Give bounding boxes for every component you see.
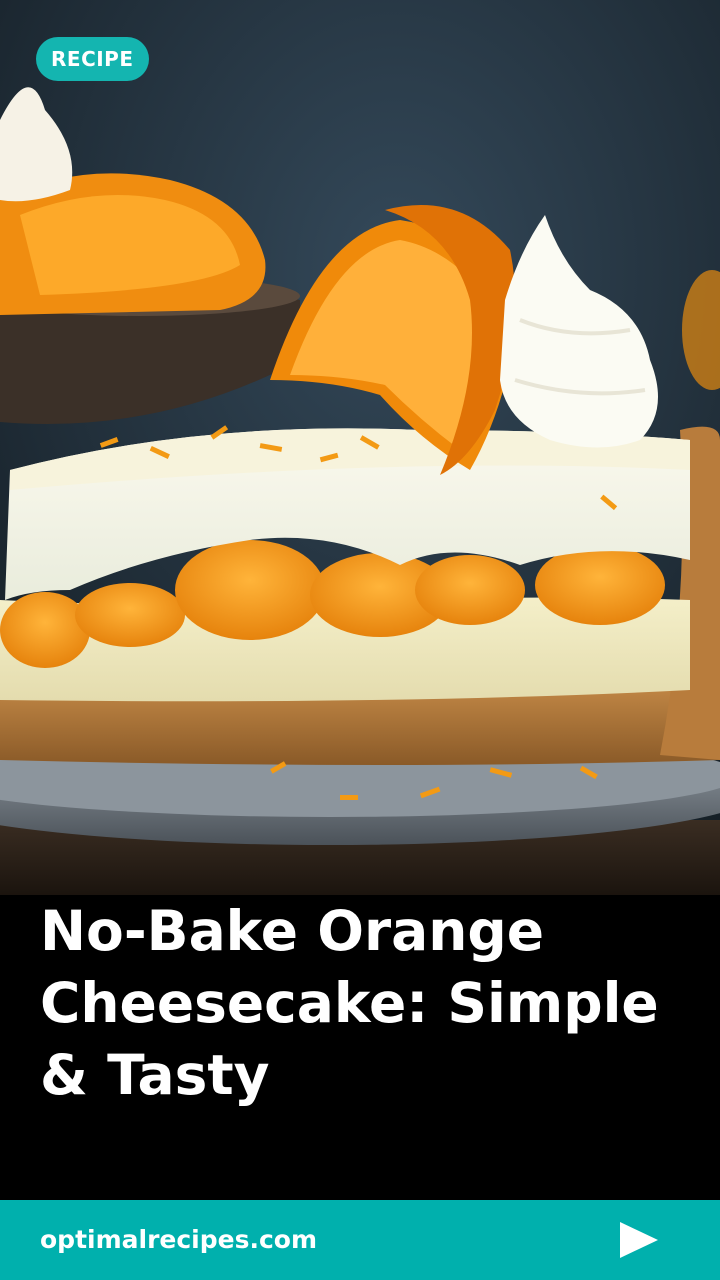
play-arrow-icon xyxy=(620,1222,658,1258)
next-button[interactable] xyxy=(612,1218,666,1262)
hero-image xyxy=(0,0,720,895)
site-link[interactable]: optimalrecipes.com xyxy=(40,1200,317,1280)
footer-bar: optimalrecipes.com xyxy=(0,1200,720,1280)
story-title: No-Bake Orange Cheesecake: Simple & Tast… xyxy=(40,899,659,1107)
cheesecake-photo xyxy=(0,0,720,895)
recipe-badge: RECIPE xyxy=(36,37,149,81)
recipe-badge-label: RECIPE xyxy=(51,47,134,71)
